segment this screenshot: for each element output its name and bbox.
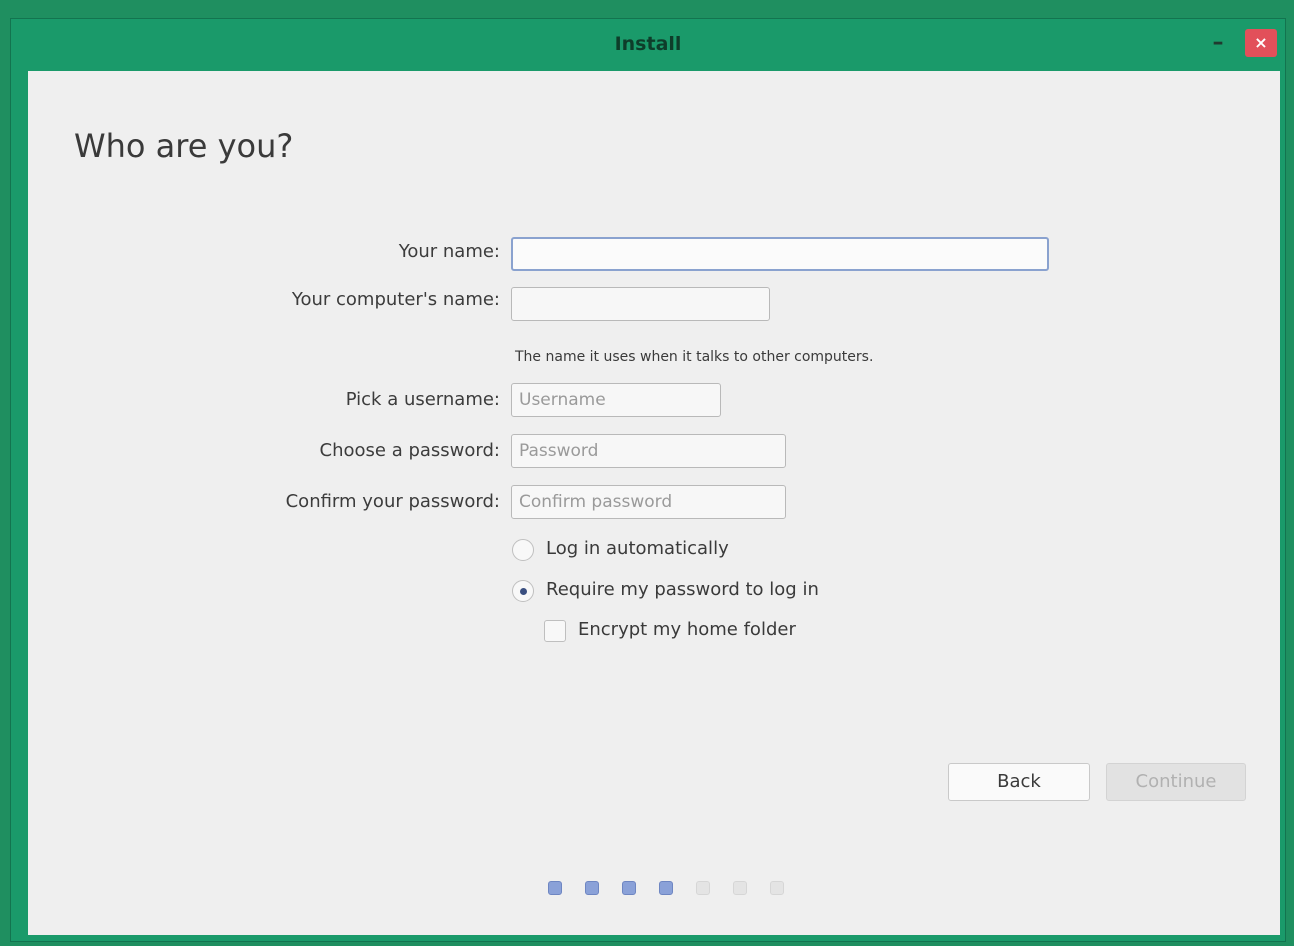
page-title: Who are you? [74, 127, 294, 165]
auto-login-label[interactable]: Log in automatically [546, 538, 729, 559]
minimize-button[interactable]: – [1207, 31, 1229, 55]
progress-step-1 [548, 881, 562, 895]
your-name-label: Your name: [398, 241, 500, 262]
continue-button[interactable]: Continue [1106, 763, 1246, 801]
progress-step-6 [733, 881, 747, 895]
titlebar[interactable]: Install – × [11, 19, 1285, 71]
progress-step-5 [696, 881, 710, 895]
computer-name-label: Your computer's name: [291, 289, 500, 310]
require-password-radio[interactable] [512, 580, 534, 602]
password-input[interactable] [511, 434, 786, 468]
username-label: Pick a username: [345, 389, 500, 410]
progress-step-2 [585, 881, 599, 895]
username-input[interactable] [511, 383, 721, 417]
encrypt-home-label[interactable]: Encrypt my home folder [578, 619, 796, 640]
installer-window: Install – × Who are you? Your name: Your… [10, 18, 1286, 942]
back-button[interactable]: Back [948, 763, 1090, 801]
progress-step-7 [770, 881, 784, 895]
close-button[interactable]: × [1245, 29, 1277, 57]
confirm-password-label: Confirm your password: [285, 491, 500, 512]
computer-name-input[interactable] [511, 287, 770, 321]
your-name-input[interactable] [511, 237, 1049, 271]
progress-step-4 [659, 881, 673, 895]
require-password-label[interactable]: Require my password to log in [546, 579, 819, 600]
content-area: Who are you? Your name: Your computer's … [28, 71, 1280, 935]
computer-name-hint: The name it uses when it talks to other … [515, 349, 874, 365]
confirm-password-input[interactable] [511, 485, 786, 519]
progress-step-3 [622, 881, 636, 895]
encrypt-home-checkbox[interactable] [544, 620, 566, 642]
password-label: Choose a password: [319, 440, 500, 461]
window-title: Install [614, 33, 682, 55]
auto-login-radio[interactable] [512, 539, 534, 561]
